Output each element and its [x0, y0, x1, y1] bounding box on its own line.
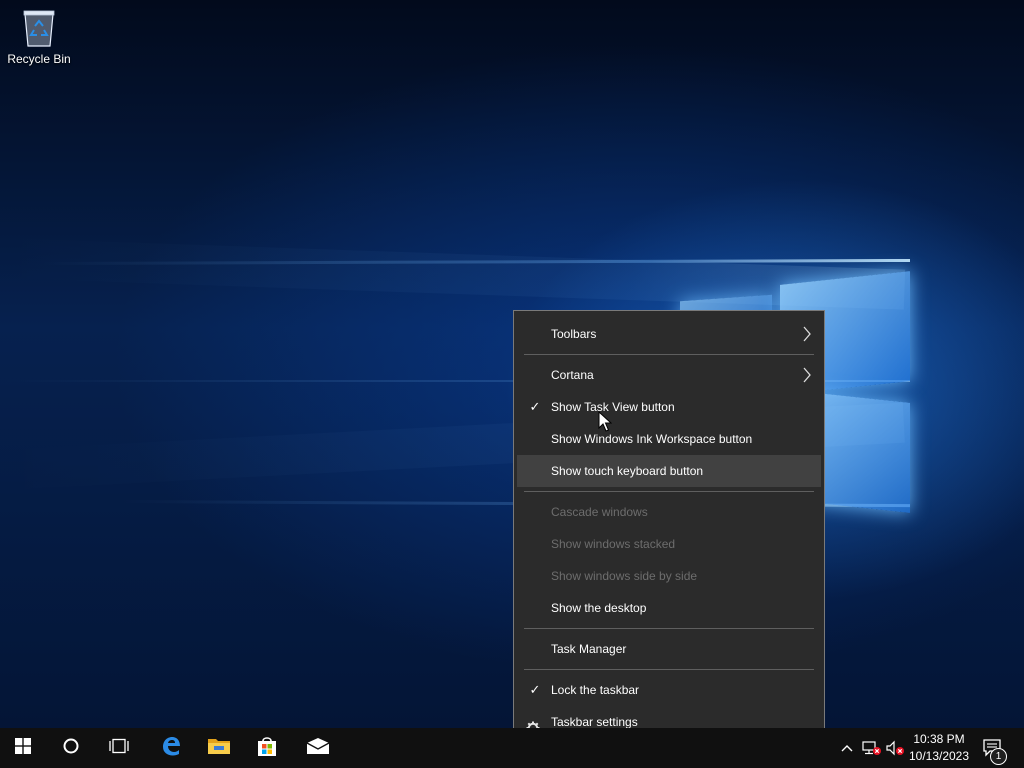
notification-count-badge: 1: [990, 748, 1007, 765]
mail-button[interactable]: [295, 728, 341, 768]
menu-item-cascade-windows: Cascade windows: [517, 496, 821, 528]
menu-separator: [524, 669, 814, 670]
menu-item-label: Cascade windows: [551, 505, 648, 519]
folder-icon: [207, 736, 231, 761]
edge-button[interactable]: [148, 728, 194, 768]
gear-icon: [526, 715, 540, 728]
menu-item-show-task-view-button[interactable]: ✓ Show Task View button: [517, 391, 821, 423]
chevron-right-icon: [801, 359, 813, 391]
store-icon: [256, 735, 278, 762]
menu-separator: [524, 628, 814, 629]
taskbar-clock[interactable]: 10:38 PM 10/13/2023: [904, 731, 974, 765]
menu-item-toolbars[interactable]: Toolbars: [517, 318, 821, 350]
cortana-search-button[interactable]: [48, 728, 94, 768]
menu-item-label: Show Windows Ink Workspace button: [551, 432, 753, 446]
task-view-button[interactable]: [96, 728, 142, 768]
volume-muted-icon[interactable]: [886, 740, 904, 756]
store-button[interactable]: [244, 728, 290, 768]
menu-item-label: Show the desktop: [551, 601, 647, 615]
desktop-icon-label: Recycle Bin: [7, 52, 71, 66]
recycle-bin-icon: [22, 8, 56, 48]
menu-item-label: Show Task View button: [551, 400, 675, 414]
clock-date: 10/13/2023: [908, 749, 970, 763]
menu-item-label: Show touch keyboard button: [551, 464, 704, 478]
circle-icon: [62, 737, 80, 760]
menu-item-label: Cortana: [551, 368, 594, 382]
file-explorer-button[interactable]: [196, 728, 242, 768]
menu-item-label: Show windows stacked: [551, 537, 676, 551]
menu-item-label: Taskbar settings: [551, 715, 638, 728]
menu-item-label: Toolbars: [551, 327, 597, 341]
menu-item-show-touch-keyboard-button[interactable]: Show touch keyboard button: [517, 455, 821, 487]
checkmark-icon: ✓: [529, 682, 541, 697]
edge-icon: [160, 735, 182, 762]
chevron-right-icon: [801, 318, 813, 350]
taskbar-context-menu: Toolbars Cortana ✓ Show Task View button…: [513, 310, 825, 728]
menu-separator: [524, 491, 814, 492]
menu-item-show-the-desktop[interactable]: Show the desktop: [517, 592, 821, 624]
menu-item-show-windows-side-by-side: Show windows side by side: [517, 560, 821, 592]
menu-item-label: Task Manager: [551, 642, 627, 656]
task-view-icon: [108, 738, 130, 759]
menu-separator: [524, 354, 814, 355]
clock-time: 10:38 PM: [913, 732, 965, 746]
checkmark-icon: ✓: [529, 399, 541, 414]
menu-item-task-manager[interactable]: Task Manager: [517, 633, 821, 665]
mouse-cursor-icon: [598, 410, 613, 433]
desktop-icon-recycle-bin[interactable]: Recycle Bin: [4, 6, 74, 76]
start-button[interactable]: [0, 728, 46, 768]
mail-icon: [306, 737, 330, 760]
menu-item-label: Lock the taskbar: [551, 683, 640, 697]
menu-item-show-windows-stacked: Show windows stacked: [517, 528, 821, 560]
desktop[interactable]: Recycle Bin Toolbars Cortana ✓ Show Task…: [0, 0, 1024, 728]
menu-item-lock-the-taskbar[interactable]: ✓ Lock the taskbar: [517, 674, 821, 706]
menu-item-cortana[interactable]: Cortana: [517, 359, 821, 391]
windows-logo-icon: [15, 737, 31, 759]
chevron-up-icon[interactable]: [838, 740, 856, 756]
menu-item-show-windows-ink-workspace-button[interactable]: Show Windows Ink Workspace button: [517, 423, 821, 455]
taskbar[interactable]: 10:38 PM 10/13/2023 1: [0, 728, 1024, 768]
network-error-icon[interactable]: [862, 740, 881, 756]
menu-item-label: Show windows side by side: [551, 569, 698, 583]
menu-item-taskbar-settings[interactable]: Taskbar settings: [517, 706, 821, 728]
